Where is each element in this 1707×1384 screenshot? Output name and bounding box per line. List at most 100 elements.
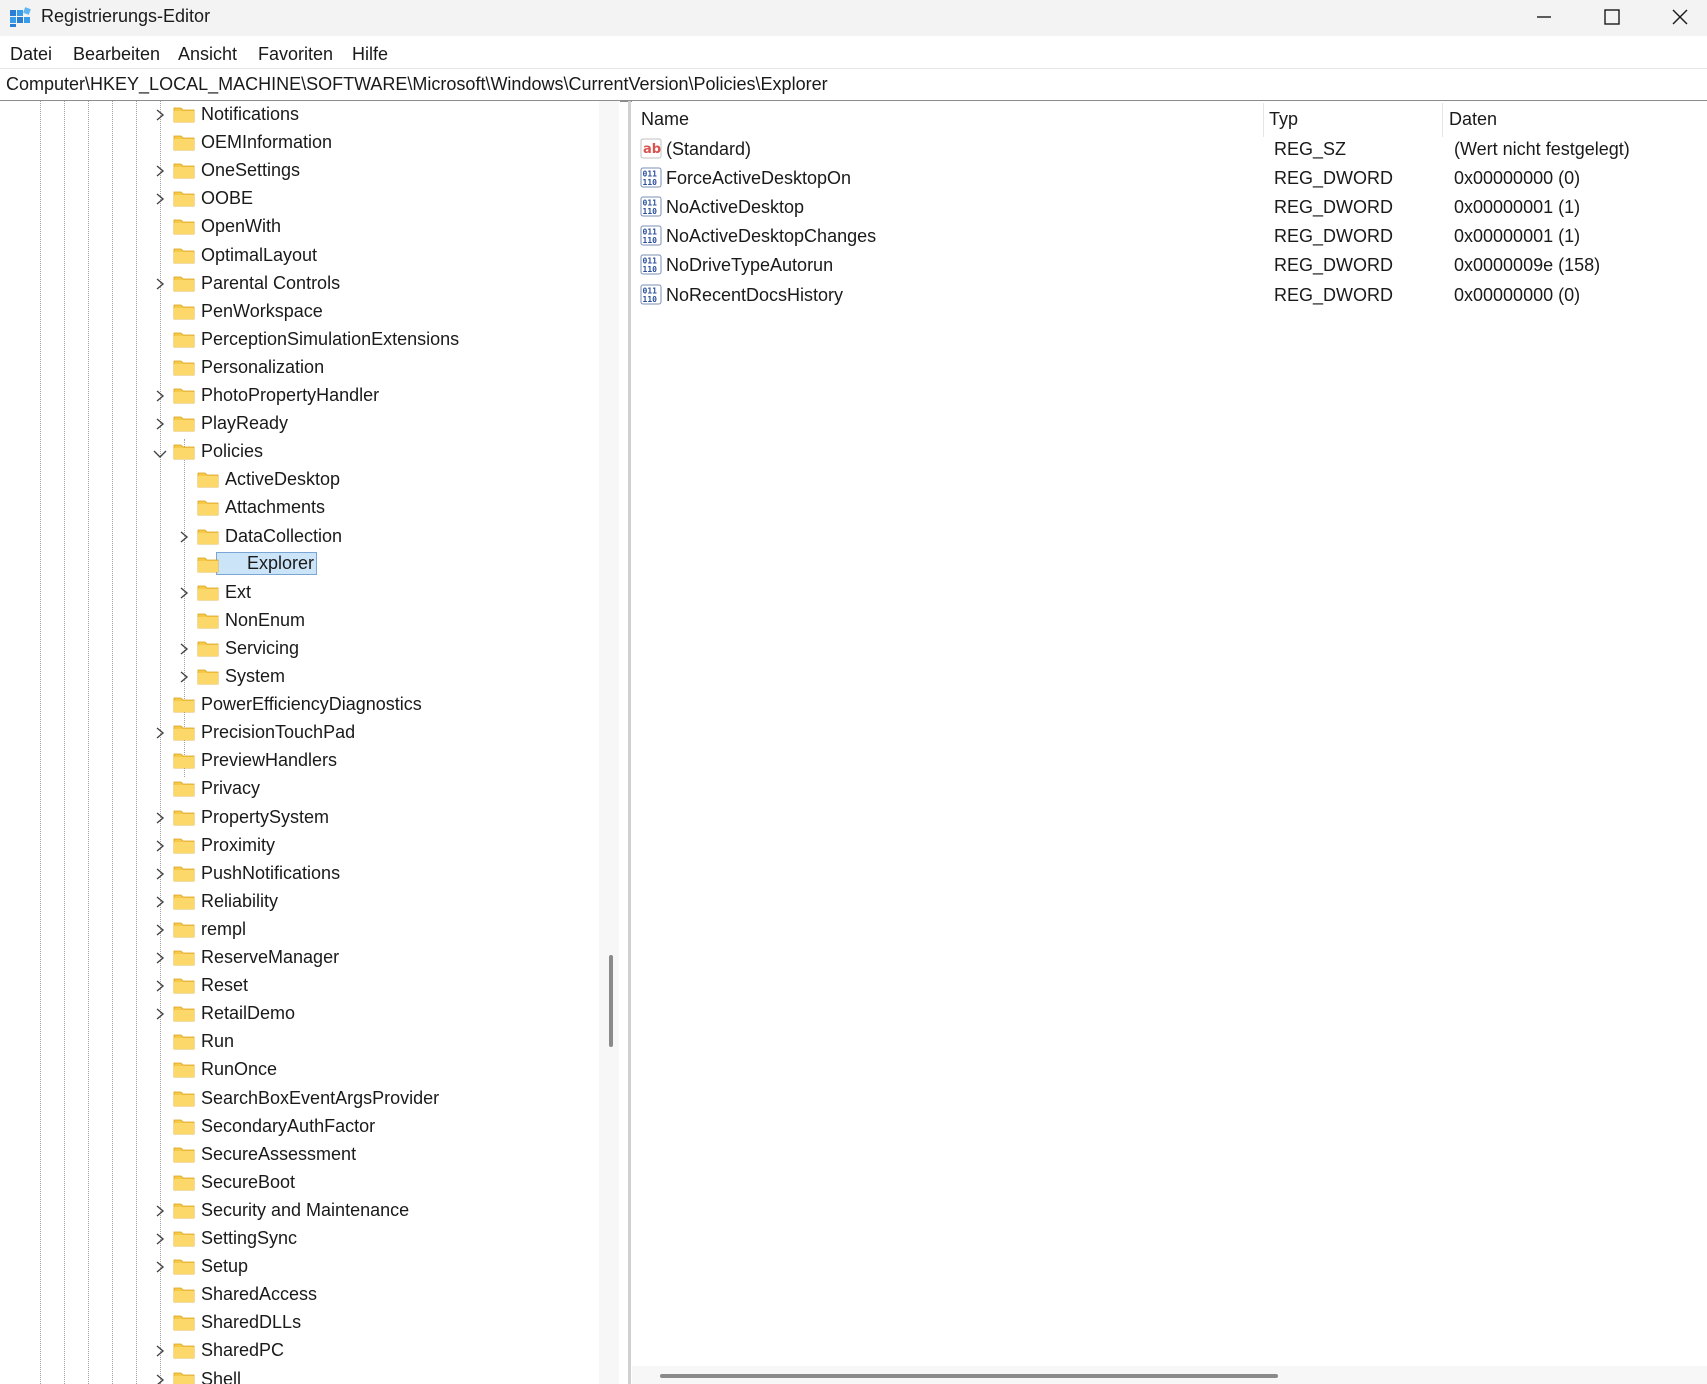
- column-header-name[interactable]: Name: [641, 109, 689, 130]
- chevron-right-icon[interactable]: [154, 276, 166, 292]
- tree-item[interactable]: rempl: [0, 916, 600, 944]
- chevron-right-icon[interactable]: [154, 866, 166, 882]
- pane-splitter[interactable]: [628, 101, 631, 1384]
- column-header-typ[interactable]: Typ: [1269, 109, 1298, 130]
- tree-item[interactable]: Personalization: [0, 354, 600, 382]
- chevron-right-icon[interactable]: [154, 1006, 166, 1022]
- tree-item[interactable]: Parental Controls: [0, 270, 600, 298]
- tree-item[interactable]: PrecisionTouchPad: [0, 719, 600, 747]
- chevron-right-icon[interactable]: [154, 1343, 166, 1359]
- chevron-right-icon[interactable]: [154, 1203, 166, 1219]
- tree-item[interactable]: PlayReady: [0, 410, 600, 438]
- tree-item[interactable]: PushNotifications: [0, 860, 600, 888]
- value-row[interactable]: ab (Standard) REG_SZ (Wert nicht festgelegt…: [632, 134, 1707, 163]
- chevron-right-icon[interactable]: [154, 894, 166, 910]
- chevron-right-icon[interactable]: [154, 838, 166, 854]
- tree-item[interactable]: Explorer: [0, 551, 600, 579]
- chevron-right-icon[interactable]: [154, 416, 166, 432]
- value-row[interactable]: 011 110 NoActiveDesktopChanges REG_DWORD 0x0…: [632, 221, 1707, 250]
- values-list[interactable]: Name Typ Daten ab (Standard) REG_SZ (Wert n…: [632, 101, 1707, 1384]
- chevron-right-icon[interactable]: [154, 725, 166, 741]
- menu-ansicht[interactable]: Ansicht: [178, 44, 237, 65]
- menu-favoriten[interactable]: Favoriten: [258, 44, 333, 65]
- tree-item[interactable]: Run: [0, 1028, 600, 1056]
- tree-item[interactable]: PhotoPropertyHandler: [0, 382, 600, 410]
- chevron-right-icon[interactable]: [154, 163, 166, 179]
- tree-item[interactable]: Reliability: [0, 888, 600, 916]
- chevron-right-icon[interactable]: [154, 1231, 166, 1247]
- tree-vertical-scrollbar[interactable]: [599, 101, 619, 1384]
- tree-item[interactable]: ActiveDesktop: [0, 466, 600, 494]
- menu-datei[interactable]: Datei: [10, 44, 52, 65]
- tree-item[interactable]: PerceptionSimulationExtensions: [0, 326, 600, 354]
- address-bar[interactable]: Computer\HKEY_LOCAL_MACHINE\SOFTWARE\Mic…: [0, 68, 1707, 102]
- tree-item[interactable]: Security and Maintenance: [0, 1197, 600, 1225]
- tree-item[interactable]: SettingSync: [0, 1225, 600, 1253]
- value-row[interactable]: 011 110 ForceActiveDesktopOn REG_DWORD 0x000…: [632, 163, 1707, 192]
- tree-item[interactable]: OneSettings: [0, 157, 600, 185]
- chevron-right-icon[interactable]: [178, 641, 190, 657]
- value-row[interactable]: 011 110 NoRecentDocsHistory REG_DWORD 0x0000…: [632, 280, 1707, 309]
- chevron-right-icon[interactable]: [154, 1372, 166, 1384]
- tree-item[interactable]: OEMInformation: [0, 129, 600, 157]
- menu-hilfe[interactable]: Hilfe: [352, 44, 388, 65]
- chevron-right-icon[interactable]: [154, 1259, 166, 1275]
- tree-item[interactable]: OpenWith: [0, 213, 600, 241]
- tree-item[interactable]: Reset: [0, 972, 600, 1000]
- chevron-right-icon[interactable]: [154, 191, 166, 207]
- tree-item[interactable]: PreviewHandlers: [0, 747, 600, 775]
- menu-bearbeiten[interactable]: Bearbeiten: [73, 44, 160, 65]
- tree-item[interactable]: RunOnce: [0, 1056, 600, 1084]
- tree-item[interactable]: SecureAssessment: [0, 1141, 600, 1169]
- tree-item[interactable]: SharedPC: [0, 1337, 600, 1365]
- tree-item[interactable]: System: [0, 663, 600, 691]
- value-row[interactable]: 011 110 NoActiveDesktop REG_DWORD 0x00000001…: [632, 192, 1707, 221]
- key-tree[interactable]: Notifications OEMInformation OneSettings OO…: [0, 101, 620, 1384]
- chevron-right-icon[interactable]: [154, 922, 166, 938]
- maximize-button[interactable]: [1578, 0, 1646, 36]
- tree-item[interactable]: SharedDLLs: [0, 1309, 600, 1337]
- tree-item[interactable]: OOBE: [0, 185, 600, 213]
- chevron-right-icon[interactable]: [178, 669, 190, 685]
- close-button[interactable]: [1646, 0, 1707, 36]
- chevron-right-icon[interactable]: [154, 978, 166, 994]
- tree-item[interactable]: Policies: [0, 438, 600, 466]
- tree-item[interactable]: RetailDemo: [0, 1000, 600, 1028]
- chevron-right-icon[interactable]: [154, 950, 166, 966]
- column-separator[interactable]: [1442, 103, 1443, 137]
- tree-item[interactable]: PropertySystem: [0, 804, 600, 832]
- tree-item-label: Security and Maintenance: [201, 1199, 410, 1220]
- tree-item[interactable]: SecondaryAuthFactor: [0, 1113, 600, 1141]
- list-scrollbar-thumb[interactable]: [660, 1374, 1278, 1378]
- tree-item[interactable]: Proximity: [0, 832, 600, 860]
- tree-item[interactable]: SearchBoxEventArgsProvider: [0, 1085, 600, 1113]
- value-row[interactable]: 011 110 NoDriveTypeAutorun REG_DWORD 0x00000…: [632, 250, 1707, 279]
- chevron-right-icon[interactable]: [178, 529, 190, 545]
- tree-item[interactable]: NonEnum: [0, 607, 600, 635]
- chevron-right-icon[interactable]: [154, 388, 166, 404]
- tree-item[interactable]: Setup: [0, 1253, 600, 1281]
- tree-item[interactable]: Privacy: [0, 775, 600, 803]
- maximize-icon: [1604, 9, 1620, 25]
- tree-item[interactable]: SecureBoot: [0, 1169, 600, 1197]
- column-separator[interactable]: [1263, 103, 1264, 137]
- tree-item[interactable]: PowerEfficiencyDiagnostics: [0, 691, 600, 719]
- minimize-button[interactable]: [1510, 0, 1578, 36]
- tree-scrollbar-thumb[interactable]: [609, 955, 613, 1047]
- tree-item[interactable]: Servicing: [0, 635, 600, 663]
- tree-item[interactable]: OptimalLayout: [0, 242, 600, 270]
- tree-item[interactable]: PenWorkspace: [0, 298, 600, 326]
- chevron-right-icon[interactable]: [178, 585, 190, 601]
- tree-item[interactable]: Notifications: [0, 101, 600, 129]
- tree-item[interactable]: Shell: [0, 1366, 600, 1384]
- tree-item[interactable]: ReserveManager: [0, 944, 600, 972]
- chevron-right-icon[interactable]: [154, 107, 166, 123]
- tree-item[interactable]: SharedAccess: [0, 1281, 600, 1309]
- chevron-down-icon[interactable]: [152, 447, 168, 463]
- chevron-right-icon[interactable]: [154, 810, 166, 826]
- tree-item[interactable]: DataCollection: [0, 523, 600, 551]
- tree-item[interactable]: Ext: [0, 579, 600, 607]
- tree-item[interactable]: Attachments: [0, 494, 600, 522]
- column-header-daten[interactable]: Daten: [1449, 109, 1497, 130]
- address-path[interactable]: Computer\HKEY_LOCAL_MACHINE\SOFTWARE\Mic…: [6, 74, 828, 95]
